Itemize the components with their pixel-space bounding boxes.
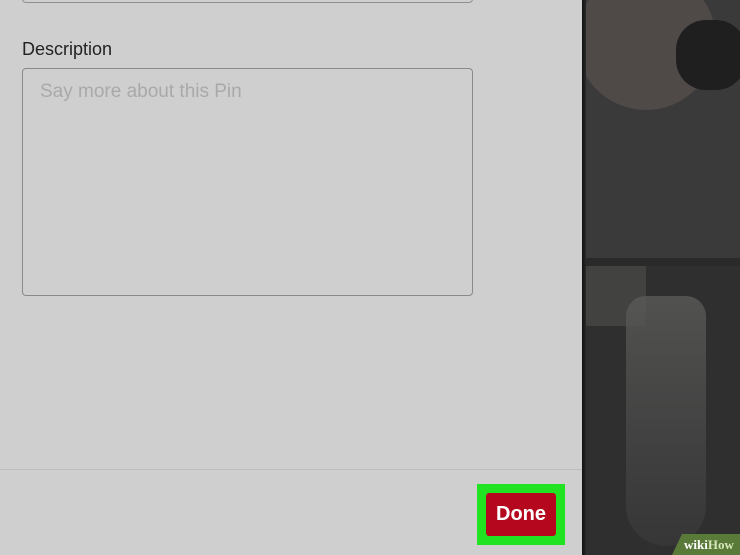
- edit-pin-panel: Description Done: [0, 0, 582, 555]
- description-label: Description: [22, 39, 113, 59]
- image-object-detail: [676, 20, 740, 90]
- watermark-how: How: [707, 537, 734, 552]
- image-dress: [626, 296, 706, 546]
- page: Description Done wikiHow: [0, 0, 740, 555]
- footer-divider: [0, 469, 582, 470]
- watermark-wiki: wiki: [684, 537, 708, 552]
- watermark: wikiHow: [684, 537, 734, 553]
- done-button[interactable]: Done: [486, 493, 556, 536]
- background-pin-image-bottom: [586, 266, 740, 555]
- background-pin-image-top: [586, 0, 740, 258]
- description-input[interactable]: [22, 68, 473, 296]
- previous-input-field[interactable]: [22, 0, 473, 3]
